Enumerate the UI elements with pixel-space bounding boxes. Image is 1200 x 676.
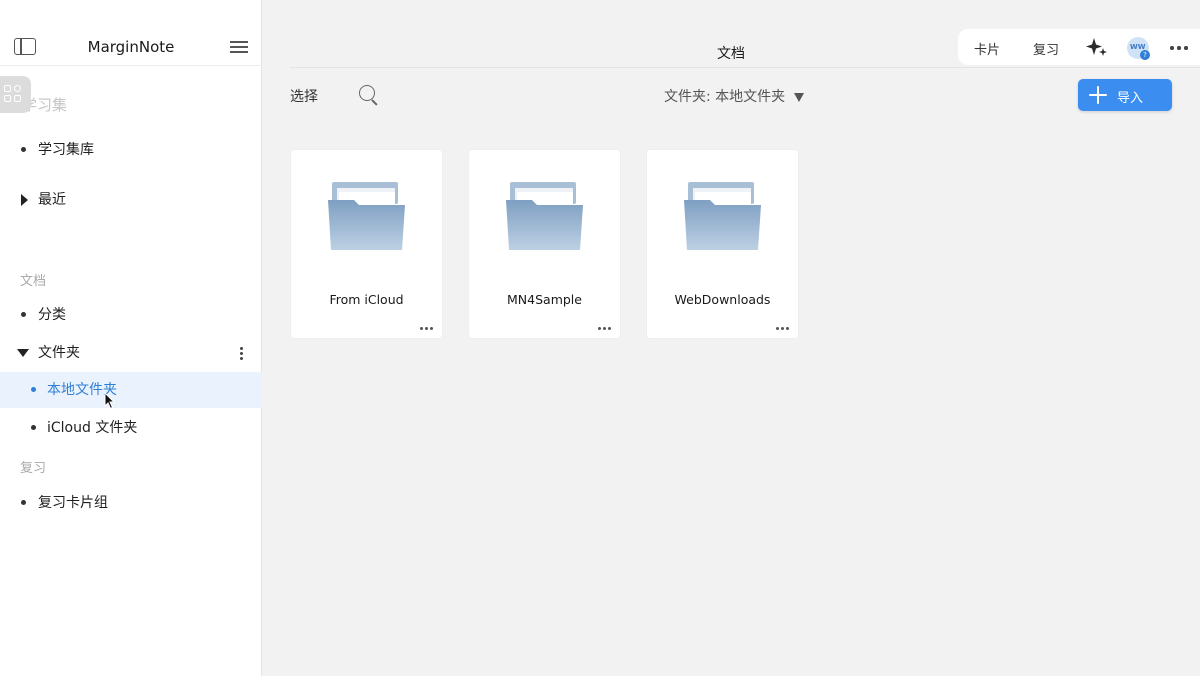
ellipsis-icon[interactable]: [776, 327, 790, 330]
import-button-label: 导入: [1117, 91, 1144, 106]
bullet-icon: [21, 500, 26, 505]
folder-filter-dropdown[interactable]: 文件夹: 本地文件夹: [664, 86, 804, 106]
cursor-icon: [104, 392, 116, 410]
plus-icon: [1089, 86, 1107, 104]
ellipsis-icon[interactable]: [598, 327, 612, 330]
sidebar-item-folders[interactable]: 文件夹: [0, 335, 262, 371]
sidebar-item-study-library[interactable]: 学习集库: [0, 132, 262, 168]
select-button[interactable]: 选择: [290, 86, 318, 106]
bullet-icon: [21, 312, 26, 317]
folder-name: WebDownloads: [674, 292, 771, 307]
apps-icon[interactable]: [0, 76, 31, 113]
folder-filter-value: 本地文件夹: [715, 89, 786, 105]
sidebar-item-label: 最近: [38, 192, 66, 208]
sparkle-icon[interactable]: [1086, 37, 1108, 57]
search-icon[interactable]: [359, 85, 375, 101]
section-documents: 文档: [20, 274, 47, 289]
more-icon[interactable]: [1170, 46, 1188, 50]
sidebar-item-local-folder[interactable]: 本地文件夹: [0, 372, 262, 408]
collapse-down-icon[interactable]: [17, 349, 29, 357]
sidebar-header: MarginNote: [0, 0, 262, 66]
sidebar-item-label: 文件夹: [38, 345, 80, 361]
kebab-menu-icon[interactable]: [240, 346, 244, 360]
caret-down-icon: [793, 93, 804, 102]
cards-button[interactable]: 卡片: [974, 39, 1000, 58]
folder-name: From iCloud: [329, 292, 404, 307]
folder-card[interactable]: MN4Sample: [469, 150, 620, 338]
expand-right-icon[interactable]: [21, 194, 28, 206]
menu-icon[interactable]: [230, 41, 248, 53]
sidebar-item-label: iCloud 文件夹: [47, 420, 138, 436]
sidebar-item-icloud-folder[interactable]: iCloud 文件夹: [0, 410, 262, 446]
folder-icon: [506, 182, 583, 250]
app-title: MarginNote: [87, 38, 175, 56]
folder-card[interactable]: WebDownloads: [647, 150, 798, 338]
section-review: 复习: [20, 461, 47, 476]
import-button[interactable]: 导入: [1078, 79, 1172, 111]
folder-filter-label: 文件夹:: [664, 89, 711, 105]
sidebar-item-label: 分类: [38, 307, 66, 323]
sidebar: MarginNote 学习集 学习集库 最近 文档 分类 文件夹 本地文件夹 i…: [0, 0, 262, 676]
bullet-icon: [31, 387, 36, 392]
bullet-icon: [31, 425, 36, 430]
folder-icon: [328, 182, 405, 250]
sidebar-item-review-card-group[interactable]: 复习卡片组: [0, 485, 262, 521]
sidebar-item-category[interactable]: 分类: [0, 297, 262, 333]
header-divider: [290, 67, 1200, 68]
sidebar-item-label: 复习卡片组: [38, 495, 108, 511]
ai-assistant-icon[interactable]: ?: [1127, 37, 1150, 60]
sidebar-item-label: 学习集库: [38, 142, 94, 158]
folder-icon: [684, 182, 761, 250]
page-title: 文档: [717, 46, 745, 62]
folder-name: MN4Sample: [507, 292, 582, 307]
review-button[interactable]: 复习: [1033, 39, 1059, 58]
bullet-icon: [21, 147, 26, 152]
folder-card[interactable]: From iCloud: [291, 150, 442, 338]
sidebar-item-recent[interactable]: 最近: [0, 182, 262, 218]
top-toolbar: 卡片 复习: [958, 29, 1200, 65]
ellipsis-icon[interactable]: [420, 327, 434, 330]
